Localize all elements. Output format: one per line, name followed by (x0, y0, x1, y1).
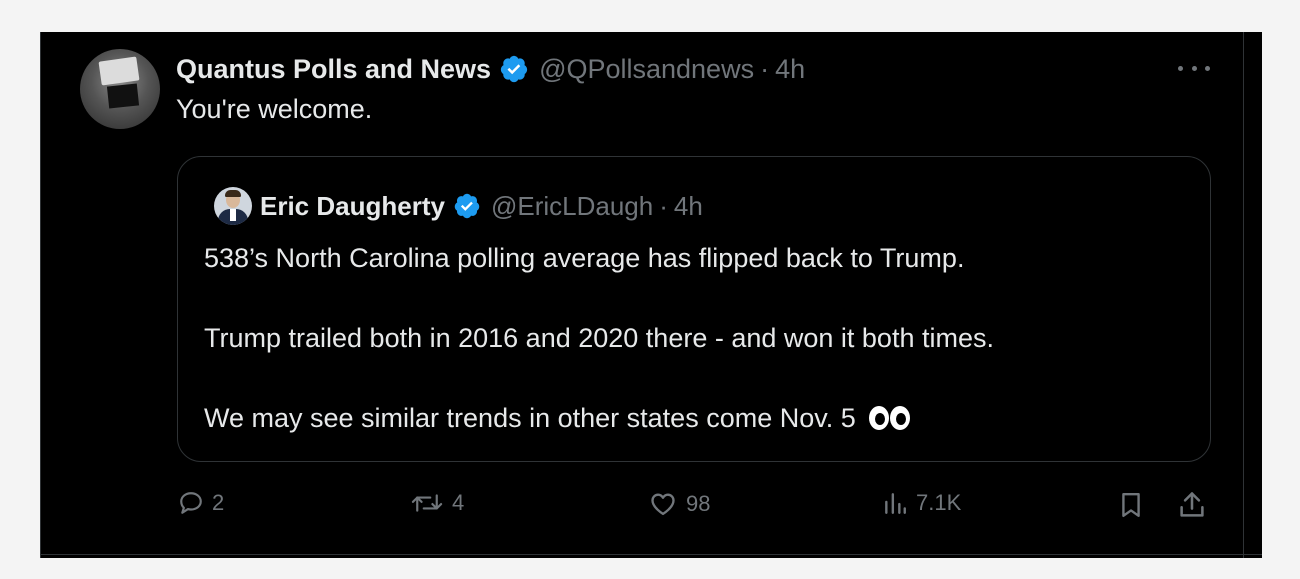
views-icon (885, 493, 906, 514)
reply-button[interactable]: 2 (178, 490, 224, 516)
quoted-header: Eric Daugherty @EricLDaugh · 4h (260, 189, 703, 223)
action-bar: 2 4 98 7.1K (40, 490, 1262, 530)
quoted-author-handle[interactable]: @EricLDaugh (491, 191, 653, 222)
repost-count: 4 (452, 490, 465, 515)
reply-icon (180, 492, 202, 514)
quoted-text-line: 538’s North Carolina polling average has… (204, 243, 965, 273)
author-name[interactable]: Quantus Polls and News (176, 54, 491, 85)
quoted-text-line: Trump trailed both in 2016 and 2020 ther… (204, 323, 994, 353)
eyes-emoji (869, 406, 911, 430)
reply-count: 2 (212, 490, 225, 515)
tweet-card: Quantus Polls and News @QPollsandnews · … (40, 32, 1262, 558)
share-icon (1180, 492, 1204, 517)
share-button[interactable] (1178, 490, 1206, 520)
right-border (1243, 32, 1244, 558)
tweet-time[interactable]: 4h (775, 54, 805, 85)
views-button[interactable]: 7.1K (882, 490, 961, 516)
tweet-text: You're welcome. (176, 94, 373, 124)
bottom-border (40, 554, 1262, 555)
repost-icon (411, 494, 443, 512)
verified-badge-icon (500, 55, 528, 83)
verified-badge-icon (454, 193, 480, 219)
bookmark-button[interactable] (1118, 490, 1144, 520)
separator-dot: · (659, 190, 668, 221)
tweet-header: Quantus Polls and News @QPollsandnews · … (176, 52, 805, 86)
repost-button[interactable]: 4 (410, 490, 464, 516)
author-handle[interactable]: @QPollsandnews (539, 54, 754, 85)
quoted-author-avatar[interactable] (214, 187, 252, 225)
more-icon[interactable] (1178, 60, 1210, 76)
author-avatar[interactable] (80, 49, 160, 129)
bookmark-icon (1122, 492, 1140, 518)
like-count: 98 (686, 491, 711, 516)
quoted-time[interactable]: 4h (674, 191, 703, 222)
left-border (40, 32, 41, 558)
quoted-author-name[interactable]: Eric Daugherty (260, 191, 445, 222)
like-button[interactable]: 98 (648, 490, 710, 518)
quoted-text-line: We may see similar trends in other state… (204, 403, 856, 433)
views-count: 7.1K (916, 490, 962, 515)
like-icon (651, 493, 675, 516)
quoted-text-line-last: We may see similar trends in other state… (204, 403, 911, 434)
quoted-tweet[interactable]: Eric Daugherty @EricLDaugh · 4h 538’s No… (177, 156, 1211, 462)
separator-dot: · (760, 53, 770, 84)
